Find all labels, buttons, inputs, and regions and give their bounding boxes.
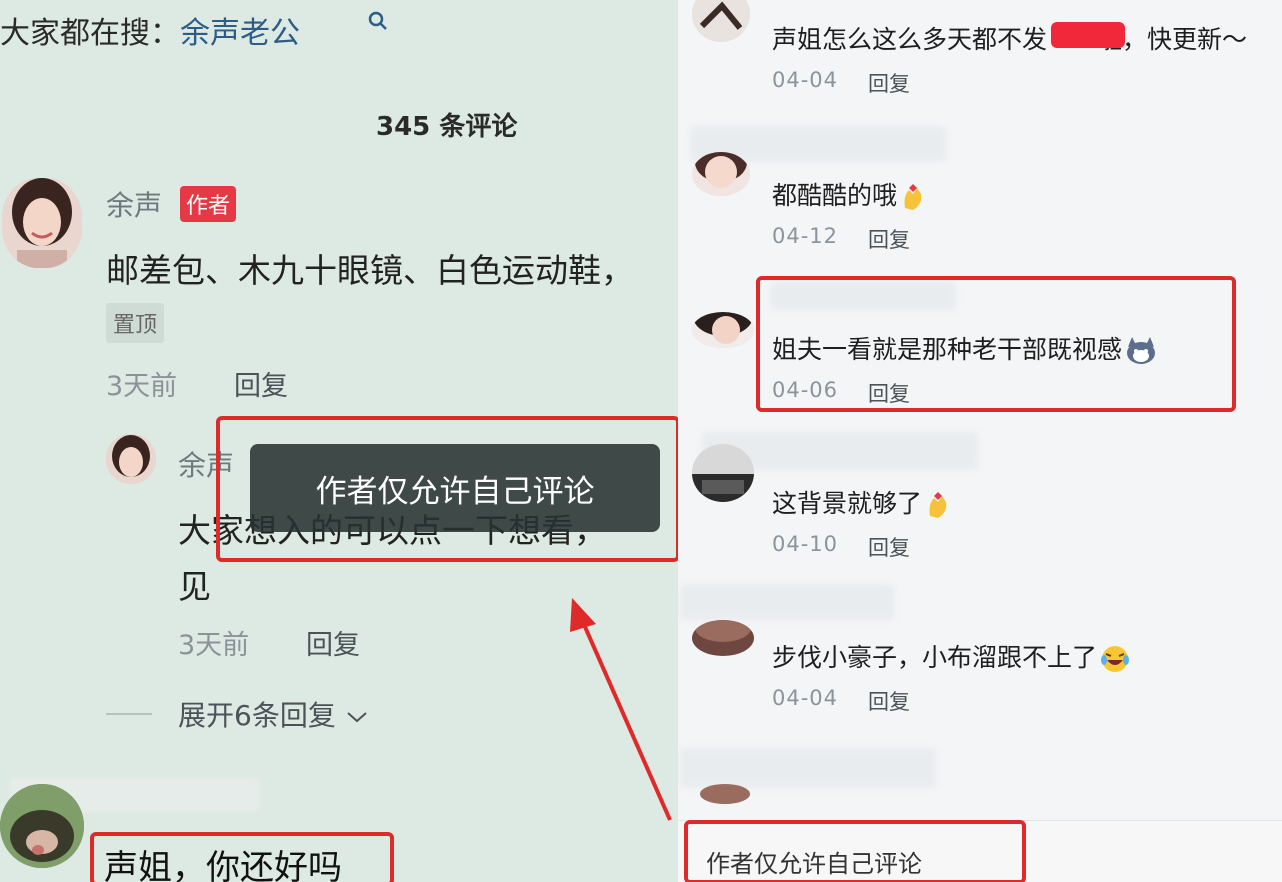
reply-button[interactable]: 回复	[868, 532, 910, 562]
search-icon[interactable]	[367, 10, 389, 32]
comment-text: 步伐小豪子，小布溜跟不上了	[772, 638, 1131, 674]
comment-date: 04-10	[772, 532, 839, 556]
commenter-avatar-image	[692, 312, 754, 348]
comment-text: 这背景就够了	[772, 484, 950, 520]
sub-author-avatar[interactable]	[106, 434, 156, 484]
commenter-avatar[interactable]	[692, 444, 754, 502]
highlight-box-comment	[90, 832, 394, 882]
sub-comment-text-line2: 见	[178, 567, 211, 606]
commenter-avatar-image	[692, 620, 754, 656]
sub-comment-time: 3天前	[178, 630, 250, 661]
commenter-avatar-image	[692, 0, 750, 42]
user-avatar-image	[0, 784, 84, 868]
expand-replies-label: 展开6条回复	[178, 699, 336, 732]
comment-author-name[interactable]: 余声	[106, 184, 162, 224]
user-avatar[interactable]	[0, 784, 84, 868]
expand-divider	[106, 713, 152, 715]
right-comments-panel: 声姐怎么这么多天都不发 啦，快更新～ 04-04 回复 都酷酷的哦 04-12 …	[678, 0, 1282, 882]
comment-text: 都酷酷的哦	[772, 176, 925, 212]
comment-text: 声姐怎么这么多天都不发 啦，快更新～	[772, 25, 1248, 54]
redaction-mark	[1051, 22, 1125, 48]
sub-author-avatar-image	[106, 434, 156, 484]
highlight-box-toast	[216, 416, 678, 562]
comment-text-content: 这背景就够了	[772, 489, 923, 518]
author-avatar[interactable]	[2, 178, 82, 268]
reply-button[interactable]: 回复	[868, 224, 910, 254]
reply-button[interactable]: 回复	[868, 686, 910, 716]
commenter-avatar-image	[692, 152, 750, 196]
comment-text-content: 都酷酷的哦	[772, 181, 898, 210]
trending-search-keyword[interactable]: 余声老公	[180, 16, 300, 51]
commenter-avatar[interactable]	[700, 784, 750, 804]
blurred-username	[680, 748, 936, 788]
comment-count: 345 条评论	[376, 112, 518, 142]
heart-hands-emoji-icon	[904, 184, 922, 210]
comment-date: 04-04	[772, 68, 839, 92]
expand-replies-button[interactable]: 展开6条回复	[178, 694, 369, 734]
pinned-comment-text: 邮差包、木九十眼镜、白色运动鞋，	[106, 251, 634, 290]
blurred-username	[680, 584, 894, 620]
laughing-emoji-icon	[1101, 646, 1130, 672]
commenter-avatar-image	[692, 444, 754, 502]
highlight-box-footer	[684, 820, 1026, 882]
commenter-avatar[interactable]	[692, 312, 754, 348]
commenter-avatar[interactable]	[692, 152, 750, 196]
reply-button[interactable]: 回复	[868, 68, 910, 98]
comment-date: 04-04	[772, 686, 839, 710]
pinned-tag: 置顶	[106, 303, 165, 343]
author-avatar-image	[2, 178, 82, 268]
sub-reply-button[interactable]: 回复	[306, 623, 360, 662]
highlight-box-comment	[756, 276, 1236, 412]
commenter-avatar[interactable]	[692, 0, 750, 42]
comment-text-content: 步伐小豪子，小布溜跟不上了	[772, 643, 1098, 672]
trending-search-bar[interactable]: 大家都在搜：余声老公	[0, 8, 300, 52]
heart-hands-emoji-icon	[929, 492, 947, 518]
reply-button[interactable]: 回复	[234, 364, 288, 403]
chevron-down-icon	[347, 712, 367, 723]
annotation-arrow	[570, 598, 672, 821]
comment-time: 3天前	[106, 371, 178, 402]
trending-search-prefix: 大家都在搜：	[0, 16, 180, 51]
commenter-avatar[interactable]	[692, 620, 754, 656]
author-badge: 作者	[180, 186, 237, 222]
comment-date: 04-12	[772, 224, 839, 248]
